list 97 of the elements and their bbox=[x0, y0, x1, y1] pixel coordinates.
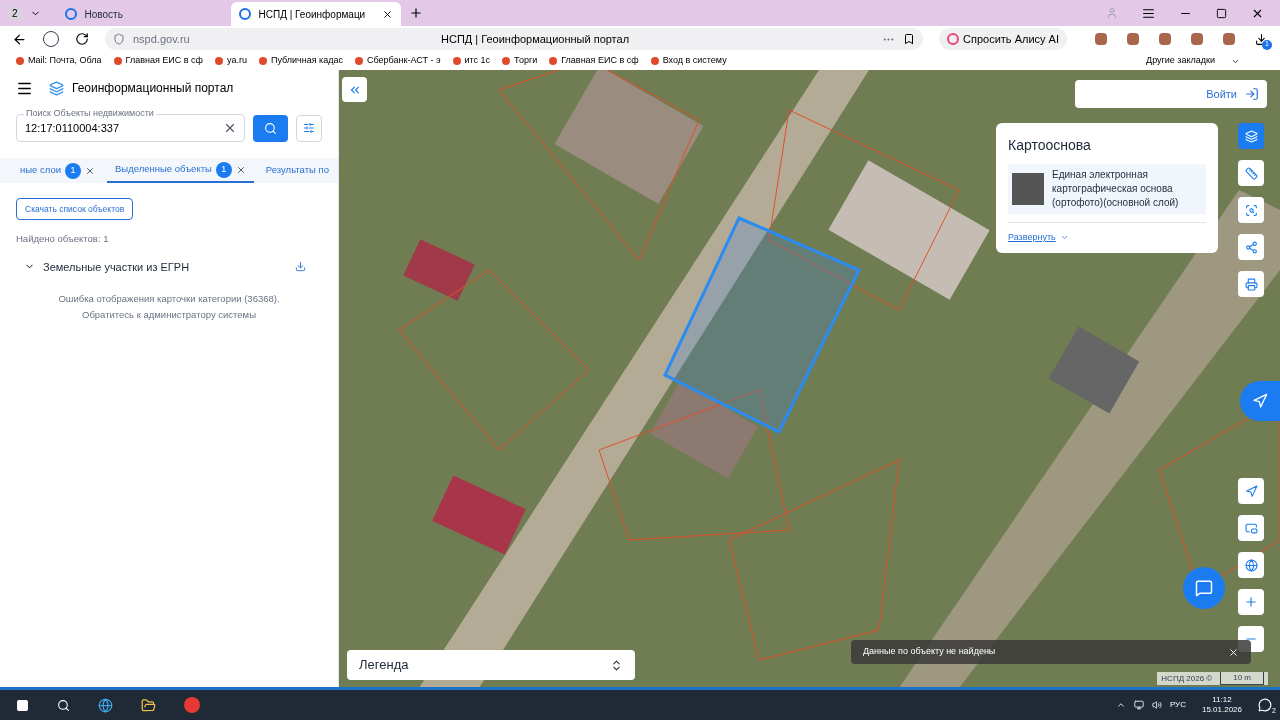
reload-icon[interactable] bbox=[75, 32, 89, 46]
network-icon[interactable] bbox=[1133, 700, 1144, 710]
zoom-in-button[interactable] bbox=[1238, 589, 1264, 615]
found-count: Найдено объектов: 1 bbox=[15, 232, 110, 247]
bookmark-link[interactable]: ya.ru bbox=[214, 54, 247, 68]
login-icon bbox=[1245, 87, 1259, 101]
collapse-panel-button[interactable] bbox=[342, 77, 367, 102]
alice-button[interactable]: Спросить Алису AI bbox=[939, 28, 1067, 50]
print-button[interactable] bbox=[1238, 271, 1264, 297]
download-icon[interactable] bbox=[295, 261, 306, 273]
other-bookmarks[interactable]: Другие закладки bbox=[1146, 54, 1219, 68]
extension-icon[interactable] bbox=[1095, 33, 1107, 45]
page-title: НСПД | Геоинформационный портал bbox=[441, 31, 631, 47]
panel-tab[interactable]: ные слои 1 bbox=[12, 158, 103, 183]
new-tab-icon[interactable] bbox=[408, 6, 423, 20]
address-bar[interactable]: nspd.gov.ru НСПД | Геоинформационный портал bbox=[105, 28, 924, 50]
maximize-icon[interactable] bbox=[1216, 7, 1227, 19]
arrow-icon bbox=[1252, 393, 1268, 409]
layer-thumbnail bbox=[1012, 173, 1044, 205]
scale-bar: 10 m bbox=[1220, 672, 1264, 685]
layer-name: Единая электронная картографическая основа (ортофото)(основной слой) bbox=[1052, 168, 1180, 210]
site-icon bbox=[238, 8, 251, 20]
start-icon[interactable] bbox=[16, 698, 29, 712]
share-button[interactable] bbox=[1238, 234, 1264, 260]
bookmark-link[interactable]: Mail: Почта, Обла bbox=[16, 54, 102, 68]
extension-icon[interactable] bbox=[1191, 33, 1203, 45]
extension-icon[interactable] bbox=[1159, 33, 1171, 45]
close-icon[interactable] bbox=[381, 8, 393, 20]
side-widget-button[interactable] bbox=[1240, 381, 1280, 421]
back-icon[interactable] bbox=[12, 31, 27, 47]
bookmark-link[interactable]: Главная ЕИС в сф bbox=[549, 54, 639, 68]
tab-title: НСПД | Геоинформаци bbox=[258, 7, 367, 22]
close-icon[interactable] bbox=[1228, 646, 1239, 658]
tray-chevron-icon[interactable] bbox=[1115, 700, 1126, 710]
shield-icon bbox=[113, 33, 125, 45]
browser-tab[interactable]: Новость bbox=[56, 2, 227, 26]
filter-icon bbox=[303, 122, 315, 134]
minimap-button[interactable] bbox=[1238, 515, 1264, 541]
download-list-button[interactable]: Скачать список объектов bbox=[16, 198, 134, 221]
speech-bubble-icon bbox=[1258, 698, 1272, 712]
clock[interactable]: 11:12 15.01.2026 bbox=[1201, 695, 1242, 715]
browser-tab[interactable]: НСПД | Геоинформаци bbox=[230, 2, 401, 26]
group-title[interactable]: Земельные участки из ЕГРН bbox=[43, 258, 287, 276]
attribution: НСПД 2026 © bbox=[1161, 672, 1213, 685]
login-button[interactable]: Войти bbox=[1075, 80, 1267, 108]
ruler-icon bbox=[1244, 166, 1258, 180]
filter-button[interactable] bbox=[296, 114, 322, 142]
tab-count[interactable]: 2 bbox=[8, 5, 22, 21]
bookmark-link[interactable]: итс 1с bbox=[452, 54, 491, 68]
bookmark-link[interactable]: Публичная кадас bbox=[258, 54, 343, 68]
extension-icon[interactable] bbox=[1223, 33, 1235, 45]
globe-icon bbox=[1244, 558, 1258, 572]
tab-title: Новость bbox=[84, 7, 124, 22]
location-arrow-icon bbox=[1244, 484, 1258, 498]
field-label: Поиск Объекты недвижимости bbox=[24, 107, 156, 121]
menu-icon[interactable] bbox=[1142, 6, 1155, 20]
language-indicator[interactable]: РУС bbox=[1169, 699, 1186, 711]
site-icon bbox=[64, 8, 77, 20]
portal-title: Геоинформационный портал bbox=[72, 80, 234, 97]
aerial-map[interactable]: Войти Картооснова Единая электронная картографическая основа (ортофото)(основной слой) Развернуть Легенда Данные по объекту не найдены НСПД 2026 © 10 m bbox=[339, 70, 1280, 687]
ruler-button[interactable] bbox=[1238, 160, 1264, 186]
error-message: Ошибка отображения карточки категории (36368). Обратитесь к администратору системы bbox=[57, 292, 281, 323]
alice-icon bbox=[947, 33, 960, 45]
url-text: nspd.gov.ru bbox=[133, 31, 191, 47]
legend-dropdown[interactable]: Легенда bbox=[347, 650, 635, 680]
address-search-button[interactable] bbox=[1238, 552, 1264, 578]
bookmark-link[interactable]: Сбербанк-АСТ - э bbox=[355, 54, 441, 68]
panel-tab[interactable]: Результаты по bbox=[257, 158, 337, 183]
folder-icon[interactable] bbox=[141, 697, 156, 713]
chat-icon bbox=[1195, 579, 1213, 597]
bookmark-link[interactable]: Вход в систему bbox=[650, 54, 727, 68]
printer-icon bbox=[1244, 277, 1258, 291]
count-badge: 1 bbox=[215, 161, 232, 178]
volume-icon[interactable] bbox=[1151, 700, 1162, 710]
locate-button[interactable] bbox=[1238, 478, 1264, 504]
bookmark-link[interactable]: Торги bbox=[502, 54, 538, 68]
minimap-icon bbox=[1244, 521, 1258, 535]
plus-icon bbox=[1244, 595, 1258, 609]
share-icon bbox=[1244, 240, 1258, 254]
logo-icon bbox=[49, 80, 64, 96]
toast-text: Данные по объекту не найдены bbox=[863, 645, 996, 659]
area-select-button[interactable] bbox=[1238, 197, 1264, 223]
count-badge: 1 bbox=[65, 162, 81, 179]
card-title: Картооснова bbox=[1008, 136, 1092, 155]
search-icon[interactable] bbox=[57, 698, 70, 712]
bookmark-icon[interactable] bbox=[903, 33, 916, 45]
search-button[interactable] bbox=[253, 114, 288, 142]
search-icon bbox=[264, 121, 278, 135]
extension-icon[interactable] bbox=[1127, 33, 1139, 45]
layer-item[interactable]: Единая электронная картографическая основа (ортофото)(основной слой) bbox=[1008, 164, 1206, 214]
bookmark-link[interactable]: Главная ЕИС в сф bbox=[113, 54, 203, 68]
panel-tab[interactable]: Выделенные объекты 1 bbox=[107, 158, 254, 183]
expand-link[interactable]: Развернуть bbox=[1008, 231, 1056, 245]
layers-button[interactable] bbox=[1238, 123, 1264, 149]
layers-icon bbox=[1244, 129, 1258, 143]
area-select-icon bbox=[1244, 203, 1258, 217]
up-down-icon bbox=[610, 658, 623, 672]
